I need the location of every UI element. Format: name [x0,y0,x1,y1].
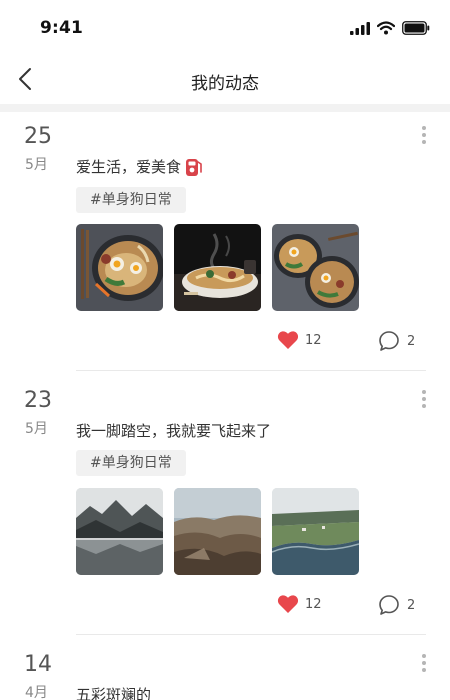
post-divider [76,370,426,371]
wifi-icon [377,21,395,35]
post-month: 5月 [25,157,48,173]
post-actions: 12 2 [0,594,450,620]
post-actions: 12 2 [0,330,450,356]
post-text: 五彩斑斓的 [76,686,152,700]
rocky-hills-photo[interactable] [174,488,261,575]
battery-icon [402,21,430,35]
status-time: 9:41 [40,18,84,38]
coastline-aerial-photo[interactable] [272,488,359,575]
comment-icon [379,595,399,615]
comment-button[interactable]: 2 [378,330,415,352]
post-item: 25 5月 爱生活，爱美食 #单身狗日常 12 2 [0,112,450,376]
like-count: 12 [305,596,322,612]
noodle-bowl-steam-photo[interactable] [174,224,261,311]
like-button[interactable]: 12 [277,330,322,350]
topic-tag[interactable]: #单身狗日常 [76,187,186,213]
post-text: 爱生活，爱美食 [76,158,182,176]
like-button[interactable]: 12 [277,594,322,614]
feed: 25 5月 爱生活，爱美食 #单身狗日常 12 2 23 5月 我一脚踏空，我就… [0,112,450,700]
photo-grid [76,224,359,311]
post-day: 25 [24,124,52,149]
topic-tag[interactable]: #单身狗日常 [76,450,186,476]
post-text: 我一脚踏空，我就要飞起来了 [76,422,272,440]
post-day: 14 [24,652,52,677]
header-divider [0,104,450,112]
post-month: 4月 [25,685,48,700]
like-count: 12 [305,332,322,348]
heart-icon [277,331,299,349]
misty-lake-photo[interactable] [76,488,163,575]
comment-count: 2 [407,597,416,613]
more-options-button[interactable] [416,652,432,674]
more-options-button[interactable] [416,124,432,146]
status-bar: 9:41 [0,0,450,56]
comment-count: 2 [407,333,416,349]
more-options-button[interactable] [416,388,432,410]
post-divider [76,634,426,635]
page-title: 我的动态 [191,74,259,94]
comment-button[interactable]: 2 [378,594,415,616]
post-text-row: 爱生活，爱美食 [76,156,203,177]
post-text-row: 五彩斑斓的 [76,684,151,700]
post-item: 23 5月 我一脚踏空，我就要飞起来了 #单身狗日常 12 2 [0,376,450,640]
comment-icon [379,331,399,351]
status-icons [350,20,430,36]
post-text-row: 我一脚踏空，我就要飞起来了 [76,420,271,441]
nav-bar: 我的动态 [0,56,450,104]
photo-grid [76,488,359,575]
ramen-bowls-photo[interactable] [272,224,359,311]
post-month: 5月 [25,421,48,437]
post-item: 14 4月 五彩斑斓的 [0,640,450,700]
heart-icon [277,595,299,613]
fuel-pump-icon [186,158,202,176]
post-day: 23 [24,388,52,413]
signal-icon [350,21,370,35]
ramen-bowl-photo[interactable] [76,224,163,311]
